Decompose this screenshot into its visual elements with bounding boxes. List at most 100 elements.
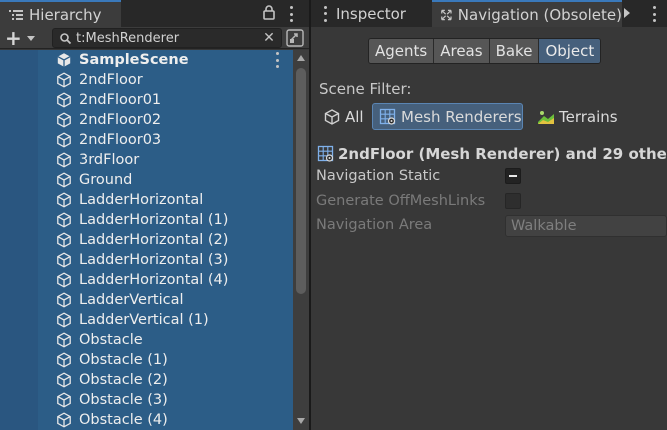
hierarchy-row[interactable]: 2ndFloor02 [0, 110, 293, 130]
filter-terrains-label: Terrains [559, 107, 618, 126]
tab-inspector-menu-icon [320, 5, 330, 22]
tab-navigation-label: Navigation (Obsolete) [457, 5, 622, 24]
gameobject-cube-icon [56, 112, 72, 128]
filter-terrains-button[interactable]: Terrains [531, 103, 631, 130]
object-mode-button[interactable]: Object [539, 39, 601, 63]
hierarchy-row[interactable]: LadderHorizontal (3) [0, 250, 293, 270]
generate-offmesh-links-checkbox [505, 193, 521, 209]
scene-filter-group: All Mesh Renderers Terrains [319, 103, 659, 130]
hierarchy-row-label: LadderHorizontal (2) [79, 232, 229, 248]
scene-visibility-icon[interactable] [286, 29, 304, 47]
hierarchy-tab-bar: Hierarchy [0, 0, 309, 27]
bake-mode-button[interactable]: Bake [489, 39, 540, 63]
hierarchy-row-label: LadderHorizontal (1) [79, 212, 229, 228]
mixed-value-icon [509, 175, 517, 177]
clear-search-icon[interactable]: ✕ [261, 30, 277, 46]
scrollbar-thumb[interactable] [296, 68, 306, 294]
scroll-up-arrow-icon[interactable] [297, 55, 305, 61]
hierarchy-row[interactable]: Obstacle (3) [0, 390, 293, 410]
scene-filter-label: Scene Filter: [319, 80, 412, 98]
hierarchy-menu-icon[interactable] [286, 6, 296, 22]
right-tab-bar: Inspector Navigation (Obsolete) [311, 0, 667, 27]
filter-mesh-renderers-button[interactable]: Mesh Renderers [372, 103, 523, 130]
navigation-area-select: Walkable [505, 215, 667, 237]
filter-mesh-renderers-label: Mesh Renderers [401, 107, 522, 126]
hierarchy-row[interactable]: Obstacle (1) [0, 350, 293, 370]
navigation-area-row: Navigation Area Walkable [316, 215, 667, 237]
hierarchy-row-label: Obstacle (2) [79, 372, 168, 388]
hierarchy-row-label: LadderHorizontal (3) [79, 252, 229, 268]
search-icon [60, 33, 72, 45]
hierarchy-row[interactable]: Ground [0, 170, 293, 190]
scene-menu-icon[interactable] [272, 52, 282, 68]
add-object-button[interactable]: + [5, 28, 41, 48]
gameobject-cube-icon [56, 252, 72, 268]
selection-title: 2ndFloor (Mesh Renderer) and 29 others [338, 145, 667, 163]
hierarchy-row[interactable]: Obstacle [0, 330, 293, 350]
hierarchy-row[interactable]: LadderHorizontal (2) [0, 230, 293, 250]
hierarchy-row[interactable]: Obstacle (2) [0, 370, 293, 390]
hierarchy-list: SampleScene 2ndFloor 2ndFloor01 2ndFloor02 2… [0, 50, 309, 430]
tab-navigation[interactable]: Navigation (Obsolete) [432, 0, 622, 27]
generate-offmesh-links-row: Generate OffMeshLinks [316, 191, 667, 212]
navigation-panel: Inspector Navigation (Obsolete) Agents A… [311, 0, 667, 430]
more-tabs-arrow-icon[interactable] [624, 8, 630, 18]
hierarchy-row[interactable]: LadderHorizontal (1) [0, 210, 293, 230]
gameobject-cube-icon [56, 132, 72, 148]
hierarchy-row-label: LadderHorizontal (4) [79, 272, 229, 288]
hierarchy-scrollbar[interactable] [293, 50, 309, 430]
hierarchy-row[interactable]: LadderHorizontal (4) [0, 270, 293, 290]
hierarchy-row[interactable]: LadderVertical [0, 290, 293, 310]
hierarchy-row[interactable]: 3rdFloor [0, 150, 293, 170]
gameobject-cube-icon [56, 172, 72, 188]
navigation-icon [441, 9, 452, 20]
unity-scene-icon [56, 52, 72, 68]
gameobject-cube-icon [56, 192, 72, 208]
hierarchy-row[interactable]: 2ndFloor [0, 70, 293, 90]
gameobject-cube-icon [56, 232, 72, 248]
hierarchy-row[interactable]: 2ndFloor03 [0, 130, 293, 150]
hierarchy-row-label: SampleScene [79, 52, 189, 68]
hierarchy-row-label: Obstacle (3) [79, 392, 168, 408]
hierarchy-row-label: 3rdFloor [79, 152, 140, 168]
gameobject-cube-icon [56, 152, 72, 168]
hierarchy-row[interactable]: 2ndFloor01 [0, 90, 293, 110]
gameobject-cube-icon [56, 272, 72, 288]
hierarchy-row-label: 2ndFloor01 [79, 92, 162, 108]
filter-all-button[interactable]: All [319, 103, 371, 130]
gameobject-cube-icon [56, 312, 72, 328]
hierarchy-row[interactable]: LadderVertical (1) [0, 310, 293, 330]
right-panel-menu-icon[interactable] [649, 6, 659, 22]
gameobject-cube-icon [56, 212, 72, 228]
tab-inspector[interactable]: Inspector [311, 0, 430, 27]
tab-inspector-label: Inspector [336, 4, 406, 23]
dropdown-arrow-icon [26, 35, 35, 41]
scroll-down-arrow-icon[interactable] [297, 418, 305, 424]
generate-offmesh-links-label: Generate OffMeshLinks [316, 193, 486, 209]
hierarchy-row[interactable]: LadderHorizontal [0, 190, 293, 210]
areas-mode-button[interactable]: Areas [434, 39, 490, 63]
hierarchy-row-label: LadderVertical [79, 292, 184, 308]
hierarchy-toolbar: + t:MeshRenderer ✕ [0, 27, 309, 49]
plus-icon: + [5, 26, 22, 50]
navigation-static-checkbox[interactable] [505, 168, 521, 184]
tab-hierarchy[interactable]: Hierarchy [0, 0, 121, 27]
hierarchy-row-label: Obstacle (1) [79, 352, 168, 368]
navigation-mode-toolbar: Agents Areas Bake Object [368, 38, 602, 64]
gameobject-cube-icon [56, 372, 72, 388]
list-icon [9, 9, 23, 20]
mesh-renderer-icon [379, 108, 396, 125]
gameobject-cube-icon [56, 332, 72, 348]
selection-header: 2ndFloor (Mesh Renderer) and 29 others [317, 144, 667, 164]
navigation-static-label: Navigation Static [316, 168, 441, 184]
gameobject-cube-icon [56, 352, 72, 368]
terrain-icon [538, 110, 554, 124]
lock-icon[interactable] [263, 5, 275, 20]
hierarchy-row-label: Obstacle (4) [79, 412, 168, 428]
search-input-value[interactable]: t:MeshRenderer [76, 31, 261, 46]
hierarchy-scene-row[interactable]: SampleScene [0, 50, 293, 70]
hierarchy-row[interactable]: Obstacle (4) [0, 410, 293, 430]
hierarchy-row-label: LadderHorizontal [79, 192, 204, 208]
hierarchy-search-field[interactable]: t:MeshRenderer ✕ [52, 28, 282, 48]
agents-mode-button[interactable]: Agents [369, 39, 435, 63]
